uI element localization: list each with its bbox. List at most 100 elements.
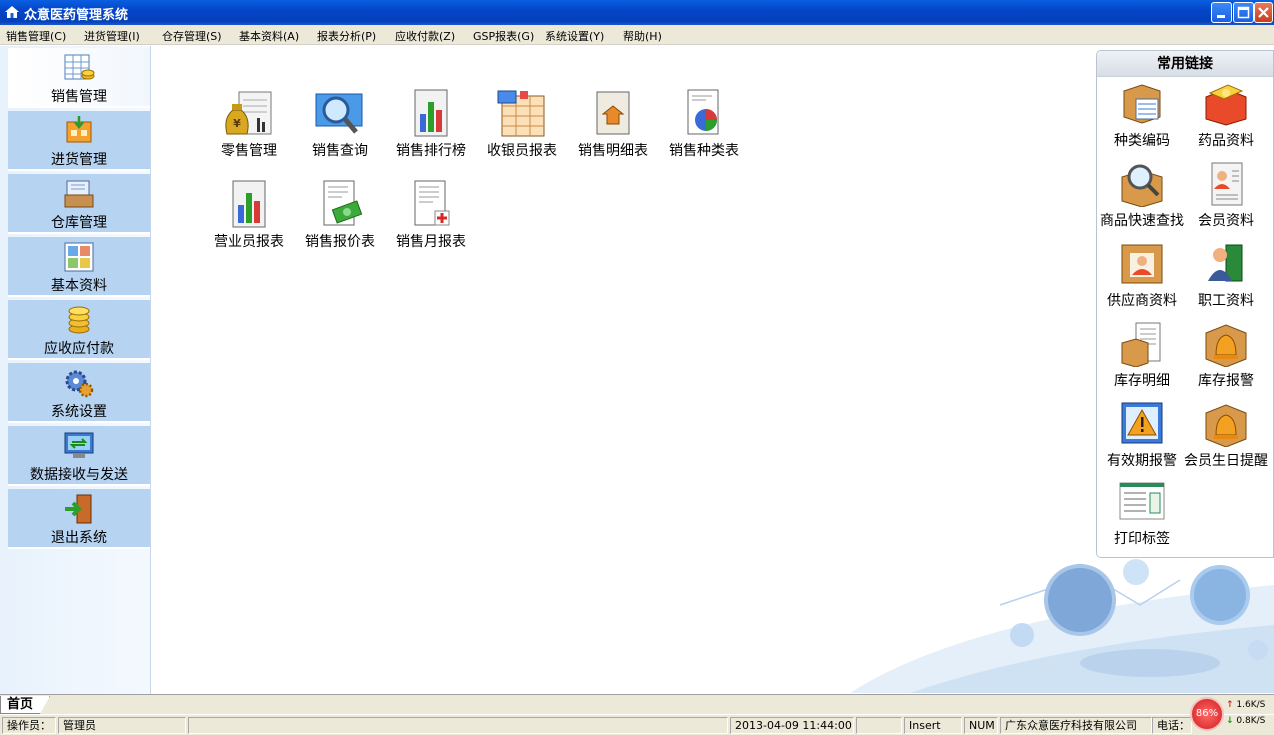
link-stock-alarm[interactable]: 库存报警 bbox=[1181, 321, 1271, 390]
nav-purchase[interactable]: 进货管理 bbox=[8, 111, 150, 171]
status-datetime: 2013-04-09 11:44:00 bbox=[730, 717, 854, 734]
status-phone-label: 电话： bbox=[1152, 717, 1192, 734]
menu-payments[interactable]: 应收付款(Z) bbox=[395, 28, 455, 44]
menu-stock[interactable]: 仓存管理(S) bbox=[162, 28, 222, 44]
member-card-icon bbox=[1211, 162, 1243, 206]
link-medicine-data[interactable]: 药品资料 bbox=[1181, 81, 1271, 150]
status-bar: 操作员： 管理员 2013-04-09 11:44:00 Insert NUM … bbox=[0, 715, 1274, 735]
status-insert: Insert bbox=[904, 717, 962, 734]
tile-label: 销售排行榜 bbox=[396, 143, 466, 159]
operator-label: 操作员： bbox=[2, 717, 56, 734]
category-box-icon bbox=[1123, 84, 1161, 124]
nav-label: 应收应付款 bbox=[44, 341, 114, 357]
status-blank bbox=[856, 717, 902, 734]
nav-basic-data[interactable]: 基本资料 bbox=[8, 237, 150, 297]
link-label: 职工资料 bbox=[1198, 293, 1254, 309]
tab-home[interactable]: 首页 bbox=[0, 696, 50, 714]
menu-sales[interactable]: 销售管理(C) bbox=[6, 28, 66, 44]
link-quick-search[interactable]: 商品快速查找 bbox=[1097, 161, 1187, 230]
tile-sales-ranking[interactable]: 销售排行榜 bbox=[381, 88, 481, 160]
retail-moneybag-icon: ¥ bbox=[225, 91, 272, 135]
bar-chart-icon bbox=[232, 180, 266, 228]
gears-icon bbox=[65, 370, 94, 398]
link-label: 种类编码 bbox=[1114, 133, 1170, 149]
upload-speed-value: 1.6K/S bbox=[1236, 700, 1266, 710]
nav-warehouse[interactable]: 仓库管理 bbox=[8, 174, 150, 234]
minimize-button[interactable] bbox=[1211, 2, 1232, 23]
home-icon bbox=[5, 6, 19, 18]
link-birthday-reminder[interactable]: 会员生日提醒 bbox=[1181, 401, 1271, 470]
minimize-icon bbox=[1217, 15, 1225, 18]
window-title: 众意医药管理系统 bbox=[24, 8, 129, 23]
title-bar[interactable]: 众意医药管理系统 bbox=[0, 0, 1274, 25]
nav-label: 退出系统 bbox=[51, 530, 107, 546]
quick-links-panel: 常用链接 种类编码 药品资料 商品快速查找 会员资料 供应商资料 职工资料 库存… bbox=[1096, 50, 1274, 558]
close-icon bbox=[1258, 7, 1269, 18]
nav-settings[interactable]: 系统设置 bbox=[8, 363, 150, 423]
nav-label: 仓库管理 bbox=[51, 215, 107, 231]
nav-data-transfer[interactable]: 数据接收与发送 bbox=[8, 426, 150, 486]
tile-sales-quote[interactable]: 销售报价表 bbox=[290, 179, 390, 251]
nav-label: 基本资料 bbox=[51, 278, 107, 294]
menu-settings[interactable]: 系统设置(Y) bbox=[545, 28, 604, 44]
operator-name: 管理员 bbox=[58, 717, 186, 734]
staff-icon bbox=[1208, 244, 1243, 282]
warehouse-icon bbox=[64, 180, 94, 208]
tile-cashier-report[interactable]: 收银员报表 bbox=[472, 88, 572, 160]
menu-purchase[interactable]: 进货管理(I) bbox=[84, 28, 140, 44]
link-label: 有效期报警 bbox=[1107, 453, 1177, 469]
link-label: 会员生日提醒 bbox=[1184, 453, 1268, 469]
link-label: 供应商资料 bbox=[1107, 293, 1177, 309]
nav-label: 销售管理 bbox=[51, 89, 107, 105]
close-button[interactable] bbox=[1254, 2, 1273, 23]
link-stock-detail[interactable]: 库存明细 bbox=[1097, 321, 1187, 390]
exit-door-icon bbox=[65, 494, 92, 524]
monthly-report-icon bbox=[414, 180, 450, 226]
pie-report-icon bbox=[687, 89, 719, 135]
download-speed-value: 0.8K/S bbox=[1236, 716, 1266, 726]
tile-label: 销售明细表 bbox=[578, 143, 648, 159]
status-company: 广东众意医疗科技有限公司 bbox=[1000, 717, 1152, 734]
link-staff-data[interactable]: 职工资料 bbox=[1181, 241, 1271, 310]
stock-detail-icon bbox=[1121, 322, 1161, 367]
tile-sales-category[interactable]: 销售种类表 bbox=[654, 88, 754, 160]
tile-sales-query[interactable]: 销售查询 bbox=[290, 88, 390, 160]
menu-help[interactable]: 帮助(H) bbox=[623, 28, 662, 44]
tile-sales-monthly[interactable]: 销售月报表 bbox=[381, 179, 481, 251]
bar-chart-icon bbox=[414, 89, 448, 137]
link-label: 药品资料 bbox=[1198, 133, 1254, 149]
link-supplier-data[interactable]: 供应商资料 bbox=[1097, 241, 1187, 310]
search-box-icon bbox=[1121, 164, 1163, 207]
tile-retail[interactable]: ¥ 零售管理 bbox=[199, 88, 299, 160]
link-category-code[interactable]: 种类编码 bbox=[1097, 81, 1187, 150]
nav-payments[interactable]: 应收应付款 bbox=[8, 300, 150, 360]
nav-exit[interactable]: 退出系统 bbox=[8, 489, 150, 549]
tile-sales-detail[interactable]: 销售明细表 bbox=[563, 88, 663, 160]
nav-label: 数据接收与发送 bbox=[30, 467, 128, 483]
tile-label: 销售查询 bbox=[312, 143, 368, 159]
menu-bar: 销售管理(C) 进货管理(I) 仓存管理(S) 基本资料(A) 报表分析(P) … bbox=[0, 25, 1274, 45]
nav-label: 系统设置 bbox=[51, 404, 107, 420]
maximize-button[interactable] bbox=[1233, 2, 1254, 23]
link-print-label[interactable]: 打印标签 bbox=[1097, 479, 1187, 548]
cashier-report-icon bbox=[497, 90, 545, 137]
expiry-warning-icon bbox=[1121, 402, 1163, 444]
quick-links-title: 常用链接 bbox=[1097, 51, 1273, 77]
tile-label: 销售报价表 bbox=[305, 234, 375, 250]
nav-sales[interactable]: 销售管理 bbox=[8, 48, 150, 108]
link-member-data[interactable]: 会员资料 bbox=[1181, 161, 1271, 230]
nav-label: 进货管理 bbox=[51, 152, 107, 168]
birthday-bell-icon bbox=[1205, 404, 1247, 447]
purchase-box-icon bbox=[66, 116, 92, 143]
link-label: 会员资料 bbox=[1198, 213, 1254, 229]
link-expiry-warning[interactable]: 有效期报警 bbox=[1097, 401, 1187, 470]
tile-clerk-report[interactable]: 营业员报表 bbox=[199, 179, 299, 251]
menu-reports[interactable]: 报表分析(P) bbox=[317, 28, 376, 44]
svg-text:¥: ¥ bbox=[233, 117, 241, 130]
status-message bbox=[188, 717, 728, 734]
menu-basic[interactable]: 基本资料(A) bbox=[239, 28, 299, 44]
network-monitor-badge[interactable]: 86% bbox=[1190, 697, 1224, 731]
magnifier-icon bbox=[315, 93, 363, 134]
menu-gsp[interactable]: GSP报表(G) bbox=[473, 28, 534, 44]
medicine-box-icon bbox=[1205, 84, 1247, 126]
